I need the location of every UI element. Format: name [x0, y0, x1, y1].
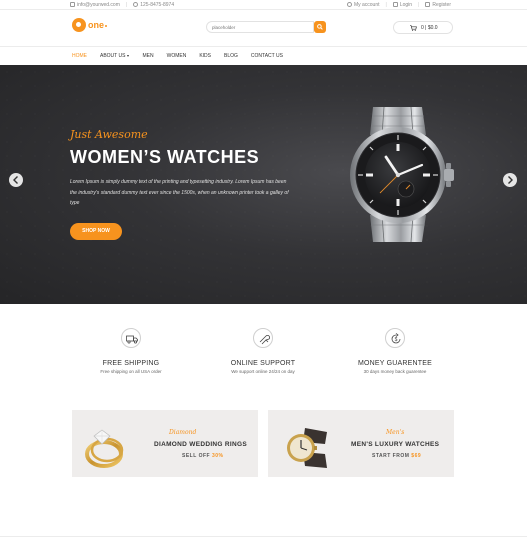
- banner-offer-value: $69: [411, 453, 422, 459]
- divider: |: [385, 2, 387, 8]
- search-icon: [317, 24, 323, 30]
- main-nav: HOME ABOUT US MEN WOMEN KIDS BLOG CONTAC…: [0, 46, 527, 65]
- login-link[interactable]: Login: [392, 2, 413, 8]
- banner-offer-value: 30%: [211, 453, 224, 459]
- top-bar: info@yourwed.com | 125-8475-8974 My acco…: [0, 0, 527, 10]
- feature-free-shipping: FREE SHIPPING Free shipping on all USA o…: [71, 328, 191, 374]
- login-label: Login: [399, 2, 413, 8]
- hero-description: Lorem Ipsum is simply dummy text of the …: [70, 179, 289, 206]
- nav-item-about-us[interactable]: ABOUT US: [100, 53, 130, 59]
- banner-mens-watches[interactable]: Men's MEN'S LUXURY WATCHES START FROM $6…: [268, 410, 454, 477]
- nav-item-women[interactable]: WOMEN: [167, 53, 187, 59]
- pencil-icon: [425, 2, 431, 8]
- search-input[interactable]: [206, 21, 314, 33]
- mens-watch-image: [287, 428, 327, 468]
- my-account-link[interactable]: My account: [346, 2, 380, 8]
- shop-now-button[interactable]: SHOP NOW: [70, 223, 122, 240]
- divider: [0, 536, 527, 537]
- logo-dot: [105, 25, 108, 27]
- feature-title: MONEY GUARENTEE: [357, 360, 433, 367]
- slider-next-button[interactable]: [503, 173, 517, 187]
- hero-watch-image: [350, 107, 454, 242]
- register-link[interactable]: Register: [425, 2, 451, 8]
- mail-icon: [70, 2, 75, 8]
- banner-title: MEN'S LUXURY WATCHES: [351, 441, 440, 448]
- nav-item-contact-us[interactable]: CONTACT US: [251, 53, 283, 59]
- cart-summary: 0 | $0.0: [421, 25, 438, 31]
- nav-item-home[interactable]: HOME: [72, 53, 87, 59]
- feature-title: FREE SHIPPING: [102, 360, 160, 367]
- feature-title: ONLINE SUPPORT: [230, 360, 296, 367]
- feature-icon-wrapper: [121, 328, 141, 348]
- my-account-label: My account: [353, 2, 380, 8]
- money-back-icon: $: [391, 333, 401, 344]
- feature-description: Free shipping on all USA order: [100, 369, 162, 374]
- phone-item[interactable]: 125-8475-8974: [133, 2, 174, 8]
- banner-offer: SELL OFF 30%: [182, 453, 223, 459]
- svg-text:$: $: [395, 337, 398, 343]
- truck-icon: [126, 335, 138, 344]
- cart-button[interactable]: 0 | $0.0: [393, 21, 453, 34]
- hero-slider: Just Awesome WOMEN’S WATCHES Lorem Ipsum…: [0, 65, 527, 304]
- search-bar: [206, 21, 326, 33]
- support-icon: [259, 335, 270, 345]
- banner-subtitle: Men's: [386, 429, 405, 436]
- feature-online-support: ONLINE SUPPORT We support online 24/24 o…: [203, 328, 323, 374]
- feature-description: 30 days money back guarentee: [363, 369, 427, 374]
- nav-item-kids[interactable]: KIDS: [199, 53, 211, 59]
- ring-image: [85, 429, 124, 468]
- banner-offer-label: START FROM: [372, 453, 410, 459]
- banner-offer-label: SELL OFF: [182, 453, 211, 459]
- hero-subtitle: Just Awesome: [70, 128, 148, 141]
- slider-prev-button[interactable]: [9, 173, 23, 187]
- site-header: one 0 | $0.0: [0, 10, 527, 46]
- hero-title: WOMEN’S WATCHES: [70, 147, 260, 167]
- banner-title: DIAMOND WEDDING RINGS: [154, 441, 247, 448]
- caret-down-icon: [127, 54, 130, 57]
- logo[interactable]: one: [72, 18, 108, 32]
- logo-mark: [72, 18, 86, 32]
- banner-subtitle: Diamond: [169, 429, 197, 436]
- feature-icon-wrapper: $: [385, 328, 405, 348]
- search-button[interactable]: [314, 21, 326, 33]
- logo-text: one: [88, 20, 105, 30]
- user-icon: [346, 2, 352, 8]
- nav-list: HOME ABOUT US MEN WOMEN KIDS BLOG CONTAC…: [72, 53, 296, 59]
- nav-item-men[interactable]: MEN: [142, 53, 153, 59]
- email-text: info@yourwed.com: [77, 2, 120, 8]
- contact-info: info@yourwed.com | 125-8475-8974: [70, 2, 174, 8]
- feature-description: We support online 24/24 on day: [231, 369, 295, 374]
- register-label: Register: [432, 2, 451, 8]
- feature-money-guarantee: $ MONEY GUARENTEE 30 days money back gua…: [335, 328, 455, 374]
- nav-item-label: ABOUT US: [100, 53, 126, 59]
- chevron-right-icon: [508, 176, 513, 184]
- phone-icon: [133, 2, 139, 8]
- features-section: FREE SHIPPING Free shipping on all USA o…: [0, 328, 527, 388]
- lock-icon: [392, 2, 398, 8]
- cart-icon: [410, 25, 417, 31]
- nav-item-blog[interactable]: BLOG: [224, 53, 238, 59]
- banner-offer: START FROM $69: [372, 453, 421, 459]
- feature-icon-wrapper: [253, 328, 273, 348]
- divider: |: [125, 2, 128, 8]
- divider: |: [418, 2, 420, 8]
- chevron-left-icon: [13, 176, 18, 184]
- account-links: My account | Login | Register: [346, 2, 451, 8]
- email-item[interactable]: info@yourwed.com: [70, 2, 120, 8]
- phone-text: 125-8475-8974: [140, 2, 175, 8]
- banner-diamond-rings[interactable]: Diamond DIAMOND WEDDING RINGS SELL OFF 3…: [72, 410, 258, 477]
